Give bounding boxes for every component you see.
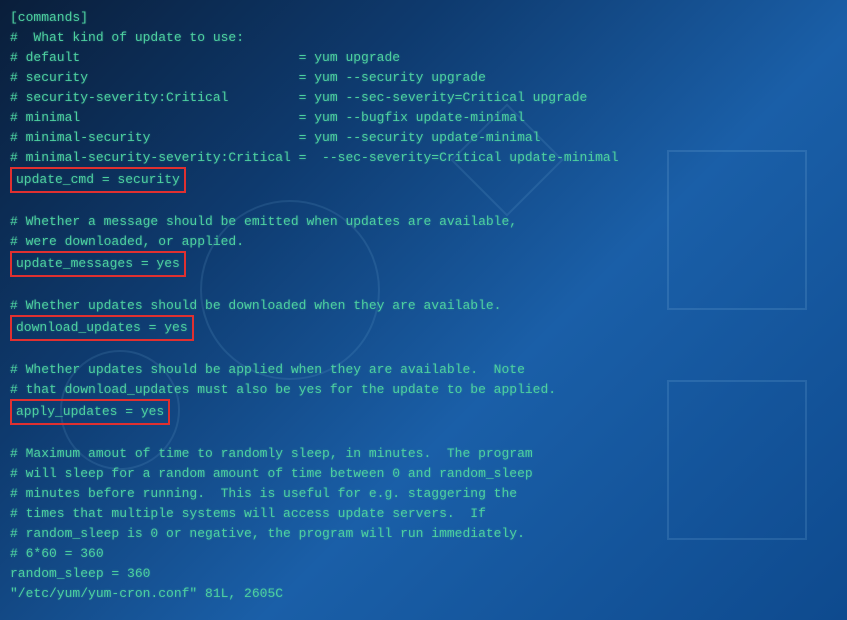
blank-line — [10, 276, 837, 296]
comment-line: # random_sleep is 0 or negative, the pro… — [10, 524, 837, 544]
comment-line: # Maximum amout of time to randomly slee… — [10, 444, 837, 464]
config-update-cmd: update_cmd = security — [10, 168, 837, 192]
comment-line: # default = yum upgrade — [10, 48, 837, 68]
highlight-box: update_messages = yes — [10, 251, 186, 277]
comment-line: # security-severity:Critical = yum --sec… — [10, 88, 837, 108]
comment-line: # 6*60 = 360 — [10, 544, 837, 564]
config-section-header: [commands] — [10, 8, 837, 28]
highlight-box: update_cmd = security — [10, 167, 186, 193]
config-random-sleep: random_sleep = 360 — [10, 564, 837, 584]
comment-line: # minimal-security = yum --security upda… — [10, 128, 837, 148]
comment-line: # that download_updates must also be yes… — [10, 380, 837, 400]
editor-status-line: "/etc/yum/yum-cron.conf" 81L, 2605C — [10, 584, 837, 604]
config-update-messages: update_messages = yes — [10, 252, 837, 276]
terminal-editor[interactable]: [commands] # What kind of update to use:… — [10, 8, 837, 604]
comment-line: # Whether updates should be downloaded w… — [10, 296, 837, 316]
comment-line: # minimal-security-severity:Critical = -… — [10, 148, 837, 168]
highlight-box: apply_updates = yes — [10, 399, 170, 425]
comment-line: # minimal = yum --bugfix update-minimal — [10, 108, 837, 128]
blank-line — [10, 192, 837, 212]
comment-line: # were downloaded, or applied. — [10, 232, 837, 252]
comment-line: # Whether updates should be applied when… — [10, 360, 837, 380]
comment-line: # What kind of update to use: — [10, 28, 837, 48]
blank-line — [10, 340, 837, 360]
highlight-box: download_updates = yes — [10, 315, 194, 341]
comment-line: # times that multiple systems will acces… — [10, 504, 837, 524]
comment-line: # minutes before running. This is useful… — [10, 484, 837, 504]
config-download-updates: download_updates = yes — [10, 316, 837, 340]
blank-line — [10, 424, 837, 444]
comment-line: # Whether a message should be emitted wh… — [10, 212, 837, 232]
config-apply-updates: apply_updates = yes — [10, 400, 837, 424]
comment-line: # security = yum --security upgrade — [10, 68, 837, 88]
comment-line: # will sleep for a random amount of time… — [10, 464, 837, 484]
